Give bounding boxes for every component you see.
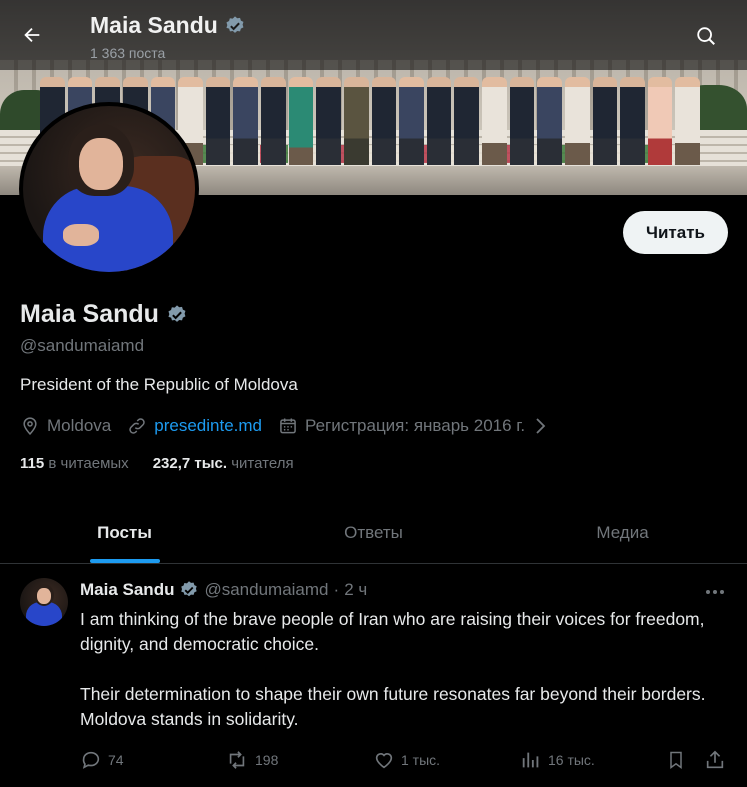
views-count: 16 тыс. (548, 752, 595, 768)
header-title: Maia Sandu (90, 12, 246, 39)
tweet-time[interactable]: 2 ч (344, 580, 367, 600)
website-link[interactable]: presedinte.md (154, 416, 262, 436)
tab-media[interactable]: Медиа (498, 502, 747, 563)
like-count: 1 тыс. (401, 752, 441, 768)
verified-badge-icon[interactable] (166, 304, 188, 326)
views-button[interactable]: 16 тыс. (520, 747, 595, 773)
profile-location: Moldova (20, 416, 111, 436)
tweet-author-name[interactable]: Maia Sandu (80, 580, 174, 600)
reply-button[interactable]: 74 (80, 747, 124, 773)
verified-badge-icon[interactable] (179, 580, 199, 600)
profile-bio: President of the Republic of Moldova (20, 375, 298, 394)
reply-icon (80, 749, 102, 771)
tab-label: Медиа (596, 522, 649, 542)
more-icon (705, 589, 725, 595)
tab-label: Посты (97, 522, 152, 542)
tweet-paragraph: I am thinking of the brave people of Ira… (80, 609, 705, 654)
tab-label: Ответы (344, 522, 403, 542)
top-bar: Maia Sandu 1 363 поста (0, 0, 747, 70)
back-arrow-icon (21, 24, 43, 46)
link-icon (127, 416, 147, 436)
tweet-separator: · (333, 580, 340, 599)
calendar-icon (278, 416, 298, 436)
profile-name: Maia Sandu (20, 300, 188, 329)
following-label: в читаемых (48, 455, 129, 472)
chevron-right-icon (532, 417, 548, 435)
repost-button[interactable]: 198 (225, 747, 278, 773)
repost-count: 198 (255, 752, 279, 768)
tweet-text: I am thinking of the brave people of Ira… (80, 607, 730, 757)
profile-meta: Moldova presedinte.md Регистрация: январ… (20, 414, 564, 438)
profile-website: presedinte.md (127, 416, 262, 436)
like-button[interactable]: 1 тыс. (373, 747, 440, 773)
views-icon (520, 749, 542, 771)
follow-button[interactable]: Читать (623, 211, 728, 254)
tweet-more-button[interactable] (700, 580, 730, 604)
profile-display-name: Maia Sandu (20, 300, 159, 328)
profile-joined[interactable]: Регистрация: январь 2016 г. (278, 416, 548, 436)
follow-stats: 115 в читаемых 232,7 тыс. читателя (20, 455, 294, 472)
tweet-header: Maia Sandu @sandumaiamd · 2 ч (80, 580, 367, 600)
search-icon (695, 25, 717, 47)
tweet-paragraph: Their determination to shape their own f… (80, 684, 706, 729)
location-text: Moldova (47, 416, 112, 435)
repost-icon (225, 749, 249, 771)
joined-text: Регистрация: январь 2016 г. (305, 416, 526, 435)
reply-count: 74 (108, 752, 124, 768)
profile-handle: @sandumaiamd (20, 336, 145, 355)
location-icon (20, 416, 40, 436)
following-count: 115 (20, 455, 45, 472)
bookmark-button[interactable] (666, 747, 686, 773)
share-icon (704, 749, 726, 771)
verified-badge-icon (224, 15, 246, 37)
tab-replies[interactable]: Ответы (249, 502, 498, 563)
followers-count: 232,7 тыс. (152, 455, 228, 472)
tab-posts[interactable]: Посты (0, 502, 249, 563)
followers-label: читателя (231, 455, 294, 472)
back-button[interactable] (14, 17, 50, 53)
profile-tabs: Посты Ответы Медиа (0, 502, 747, 564)
tweet-author-handle[interactable]: @sandumaiamd (204, 580, 328, 600)
header-posts-count: 1 363 поста (90, 45, 166, 61)
following-link[interactable]: 115 в читаемых (20, 455, 129, 472)
search-button[interactable] (688, 18, 724, 54)
bookmark-icon (666, 749, 686, 771)
header-name: Maia Sandu (90, 12, 218, 38)
share-button[interactable] (704, 747, 726, 773)
like-icon (373, 749, 395, 771)
followers-link[interactable]: 232,7 тыс. читателя (153, 455, 294, 472)
tweet-actions: 74 198 1 тыс. 16 тыс. (80, 747, 730, 773)
tweet-avatar[interactable] (20, 578, 68, 626)
active-tab-indicator (89, 559, 160, 563)
profile-avatar[interactable] (19, 102, 199, 276)
